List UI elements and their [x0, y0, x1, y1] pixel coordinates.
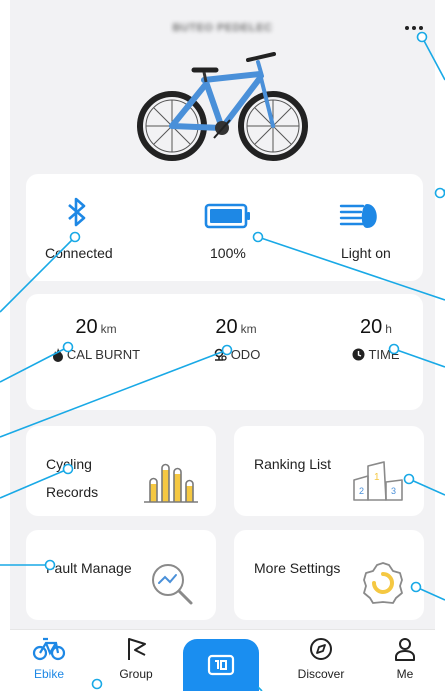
headlight-icon — [339, 204, 377, 228]
clock-icon — [352, 348, 365, 361]
stat-odo-label: ODO — [230, 347, 261, 362]
flag-icon — [128, 638, 146, 660]
ride-dashboard-button[interactable] — [183, 639, 259, 691]
tab-discover-label: Discover — [297, 667, 345, 681]
tab-discover[interactable]: Discover — [286, 636, 356, 681]
fault-manage-tile[interactable]: Fault Manage — [26, 530, 216, 620]
stat-time-label: TIME — [368, 347, 400, 362]
gear-icon — [363, 562, 403, 604]
fault-manage-label: Fault Manage — [46, 560, 132, 576]
light-toggle[interactable]: Light on — [291, 174, 423, 281]
device-name: BUTEO PEDELEC — [172, 22, 273, 34]
battery-icon — [204, 203, 250, 229]
stat-cal-burnt-label: CAL BURNT — [66, 347, 141, 362]
ranking-list-tile[interactable]: Ranking List 2 1 3 — [234, 426, 424, 516]
cycling-records-tile[interactable]: Cycling Records — [26, 426, 216, 516]
stat-odo-value: 20 — [215, 316, 238, 338]
tab-ebike-label: Ebike — [33, 667, 65, 681]
more-settings-label: More Settings — [254, 560, 341, 576]
odometer-icon — [214, 348, 227, 361]
dashboard-screen-icon — [207, 654, 235, 676]
tab-group[interactable]: Group — [101, 636, 171, 681]
bike-image — [137, 52, 308, 161]
cycling-records-label: Cycling Records — [46, 456, 99, 500]
more-dots-icon — [405, 26, 423, 30]
stat-time-value: 20 — [360, 316, 383, 338]
more-settings-tile[interactable]: More Settings — [234, 530, 424, 620]
ranking-list-label: Ranking List — [254, 456, 332, 472]
battery-status[interactable]: 100% — [158, 174, 291, 281]
stat-odo-unit: km — [240, 322, 257, 336]
tab-me[interactable]: Me — [370, 636, 435, 681]
stat-cal-burnt-value: 20 — [75, 316, 98, 338]
status-card: Connected 100% Light on — [26, 174, 423, 281]
stat-cal-burnt-unit: km — [100, 322, 117, 336]
bar-chart-icon — [144, 463, 198, 503]
svg-text:2: 2 — [359, 486, 364, 496]
user-icon — [395, 638, 415, 661]
ebike-home-screen: BUTEO PEDELEC Connected 100% Light on 20… — [10, 0, 435, 691]
flame-icon — [52, 347, 63, 362]
diagnostic-magnifier-icon — [152, 564, 193, 605]
compass-icon — [310, 638, 332, 660]
tab-ebike[interactable]: Ebike — [14, 636, 84, 681]
battery-fill — [210, 209, 242, 223]
light-status-label: Light on — [341, 245, 391, 261]
podium-icon: 2 1 3 — [353, 461, 403, 501]
stat-time-unit: h — [385, 322, 392, 336]
stat-odo: 20 km ODO — [176, 316, 296, 362]
bluetooth-status-label: Connected — [45, 245, 113, 261]
svg-text:3: 3 — [391, 486, 396, 496]
ride-stats-card: 20 km CAL BURNT 20 km ODO 20 h TIME — [26, 294, 423, 410]
bluetooth-status[interactable]: Connected — [26, 174, 158, 281]
more-options-button[interactable] — [401, 18, 427, 38]
battery-level-label: 100% — [210, 245, 246, 261]
tab-group-label: Group — [119, 667, 153, 681]
tab-me-label: Me — [396, 667, 414, 681]
svg-text:1: 1 — [374, 472, 380, 483]
bluetooth-icon — [68, 197, 86, 227]
stat-cal-burnt: 20 km CAL BURNT — [36, 316, 156, 362]
bicycle-icon — [32, 637, 66, 661]
stat-time: 20 h TIME — [326, 316, 426, 362]
